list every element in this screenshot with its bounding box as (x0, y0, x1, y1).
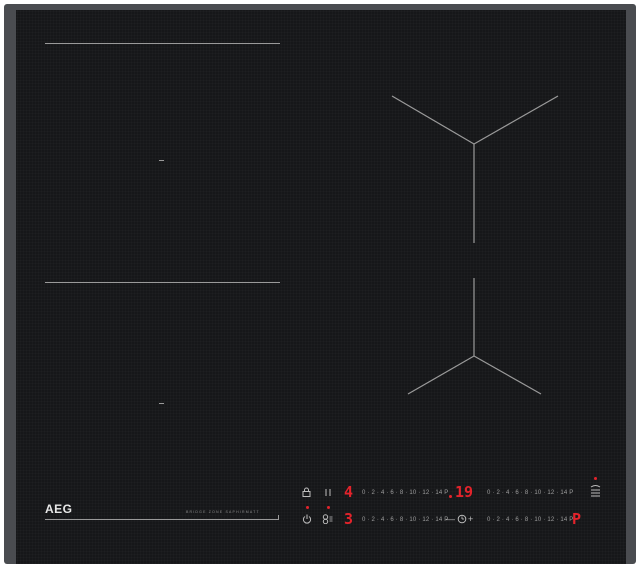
left-bottom-zone-power-slider[interactable]: 0 · 2 · 4 · 6 · 8 · 10 · 12 · 14 P (362, 516, 449, 524)
lock-icon[interactable] (302, 487, 311, 497)
right-top-zone-left-arm (391, 95, 475, 145)
right-bottom-zone-right-arm (473, 355, 542, 395)
bridge-icon[interactable] (322, 514, 334, 524)
pause-icon[interactable] (324, 488, 332, 497)
model-label: BRIDGE ZONE SAPHIRMATT (186, 510, 260, 514)
timer-plus-button[interactable]: + (468, 514, 473, 524)
right-bottom-zone-display: P (572, 510, 582, 528)
hob-hood-icon[interactable] (590, 484, 601, 498)
right-top-zone-display: 19 (455, 483, 474, 501)
right-top-indicator-dot (449, 495, 452, 498)
control-panel-line-end (278, 515, 279, 520)
right-bottom-zone-power-slider[interactable]: 0 · 2 · 4 · 6 · 8 · 10 · 12 · 14 P (487, 516, 574, 524)
power-icon[interactable] (302, 514, 312, 524)
bridge-indicator-dot (327, 506, 330, 509)
right-top-zone-power-slider[interactable]: 0 · 2 · 4 · 6 · 8 · 10 · 12 · 14 P (487, 489, 574, 497)
right-bottom-zone-left-arm (407, 355, 475, 395)
timer-minus-button[interactable]: — (446, 514, 455, 524)
control-panel-line (45, 519, 279, 520)
brand-logo: AEG (45, 502, 73, 516)
left-bottom-zone-display: 3 (344, 510, 354, 528)
right-top-zone-right-arm (473, 95, 559, 145)
right-zone-markings (391, 95, 559, 395)
power-indicator-dot (306, 506, 309, 509)
hood-indicator-dot (594, 477, 597, 480)
left-top-zone-power-slider[interactable]: 0 · 2 · 4 · 6 · 8 · 10 · 12 · 14 P (362, 489, 449, 497)
left-top-zone-display: 4 (344, 483, 354, 501)
timer-icon[interactable] (457, 514, 467, 524)
